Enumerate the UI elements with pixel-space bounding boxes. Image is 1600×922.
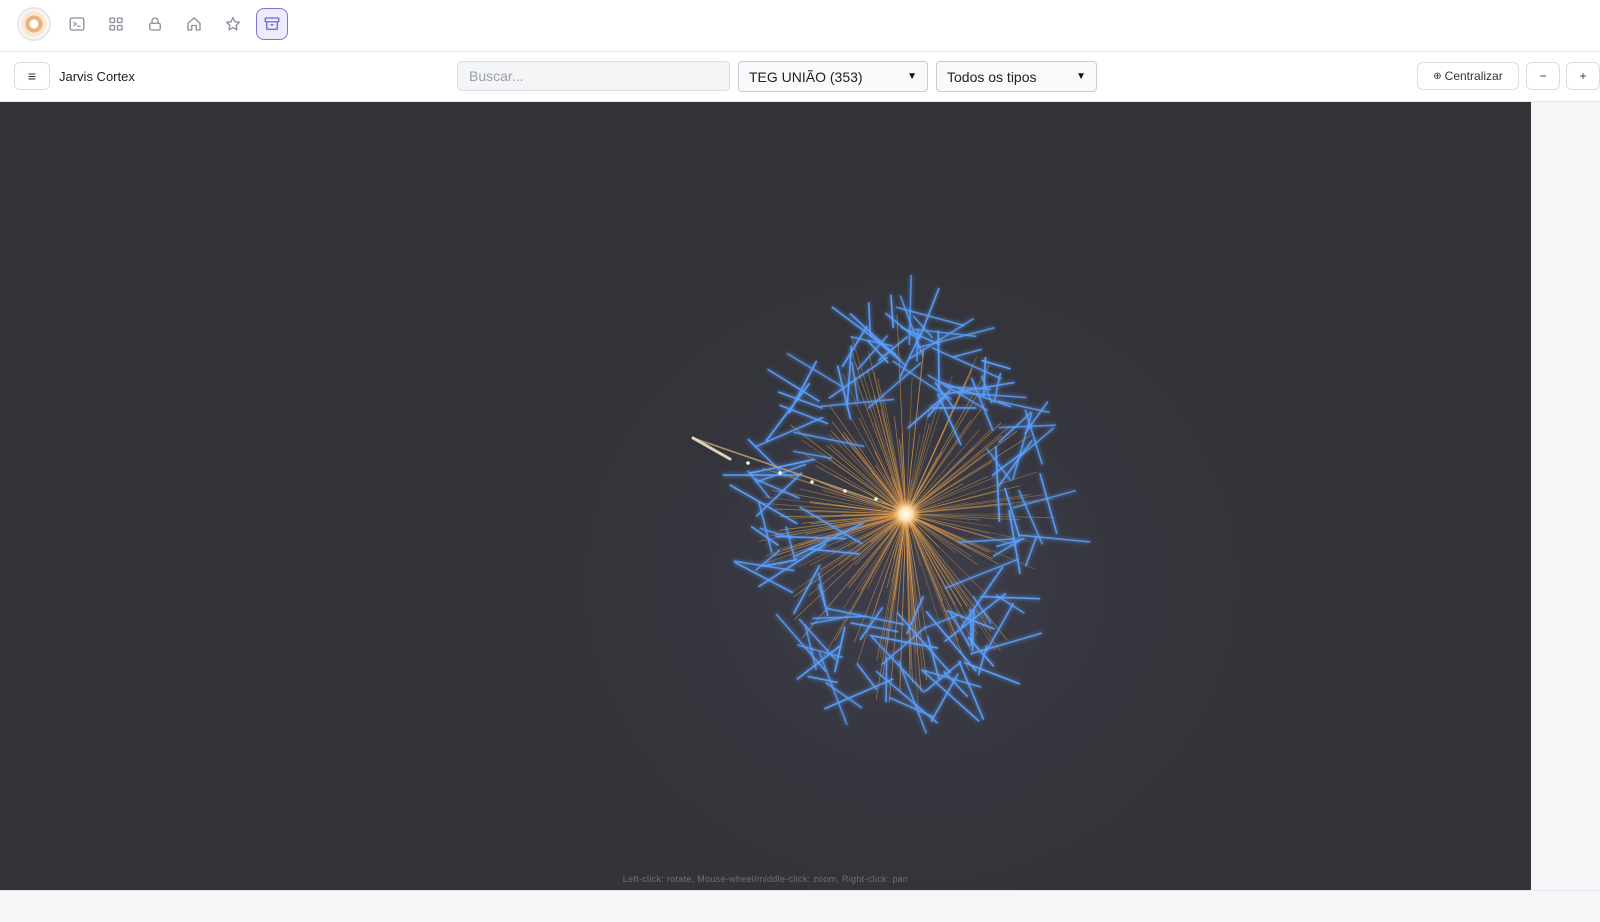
graph-node [817, 572, 828, 613]
graph-node[interactable] [778, 471, 782, 475]
graph-node [885, 656, 888, 703]
graph-node[interactable] [810, 480, 814, 484]
menu-icon: ≡ [27, 68, 37, 84]
bottom-bar [0, 890, 1600, 922]
graph-node [850, 622, 899, 633]
type-select-value: Todos os tipos [947, 68, 1037, 85]
home-icon[interactable] [178, 8, 210, 40]
graph-node[interactable] [874, 497, 878, 501]
graph-node [1039, 473, 1058, 535]
graph-edge [801, 439, 907, 515]
graph-node [856, 663, 878, 690]
graph-node [1018, 534, 1091, 543]
search-input[interactable]: Buscar... [457, 61, 730, 91]
side-panel [1531, 102, 1600, 890]
graph-core-node[interactable] [890, 498, 922, 530]
graph-visualization [691, 274, 1091, 734]
graph-canvas[interactable]: Left-click: rotate, Mouse-wheel/middle-c… [0, 102, 1531, 890]
graph-toolbar: ≡ Jarvis Cortex Buscar... TEG UNIÃO (353… [0, 52, 1600, 102]
graph-node [786, 352, 845, 389]
page-title: Jarvis Cortex [59, 69, 135, 84]
graph-node [1024, 536, 1038, 567]
graph-node [982, 356, 987, 397]
zoom-out-button[interactable]: − [1526, 62, 1560, 90]
graph-edge [822, 513, 907, 658]
search-placeholder: Buscar... [469, 68, 524, 84]
graph-node [914, 328, 977, 338]
graph-node [871, 636, 925, 693]
star-icon[interactable] [217, 8, 249, 40]
chevron-down-icon: ▼ [907, 71, 917, 82]
graph-node[interactable] [746, 461, 750, 465]
plus-icon: + [1579, 69, 1587, 83]
graph-node [1024, 401, 1049, 434]
graph-node [734, 561, 794, 594]
grid-icon[interactable] [100, 8, 132, 40]
chevron-down-icon: ▼ [1076, 71, 1086, 82]
graph-node [818, 651, 848, 726]
minus-icon: − [1539, 69, 1547, 83]
graph-node[interactable] [843, 489, 847, 493]
lock-icon[interactable] [139, 8, 171, 40]
zoom-in-button[interactable]: + [1566, 62, 1600, 90]
type-select[interactable]: Todos os tipos ▼ [936, 61, 1097, 92]
graph-node [859, 607, 884, 641]
graph-node [964, 661, 1021, 685]
group-select-value: TEG UNIÃO (353) [749, 68, 863, 85]
center-button[interactable]: ⊕ Centralizar [1417, 62, 1519, 90]
archive-icon[interactable] [256, 8, 288, 40]
app-logo[interactable] [18, 8, 50, 40]
controls-hint: Left-click: rotate, Mouse-wheel/middle-c… [622, 874, 909, 884]
graph-node [951, 348, 983, 358]
graph-node [767, 368, 820, 402]
graph-node [970, 632, 1042, 655]
graph-node [981, 359, 1011, 370]
graph-node [944, 558, 1020, 589]
graph-node [899, 295, 924, 357]
graph-node [890, 294, 894, 329]
graph-edge [905, 422, 1002, 515]
target-icon: ⊕ [1433, 70, 1442, 82]
graph-node [980, 595, 1041, 600]
graph-node [747, 438, 786, 477]
center-button-label: Centralizar [1444, 69, 1503, 83]
graph-node [754, 416, 824, 448]
graph-node [807, 675, 839, 684]
group-select[interactable]: TEG UNIÃO (353) ▼ [738, 61, 928, 92]
top-nav-bar [0, 0, 1600, 52]
terminal-icon[interactable] [61, 8, 93, 40]
graph-node [758, 501, 773, 553]
graph-node [997, 440, 1033, 488]
menu-button[interactable]: ≡ [14, 62, 50, 90]
